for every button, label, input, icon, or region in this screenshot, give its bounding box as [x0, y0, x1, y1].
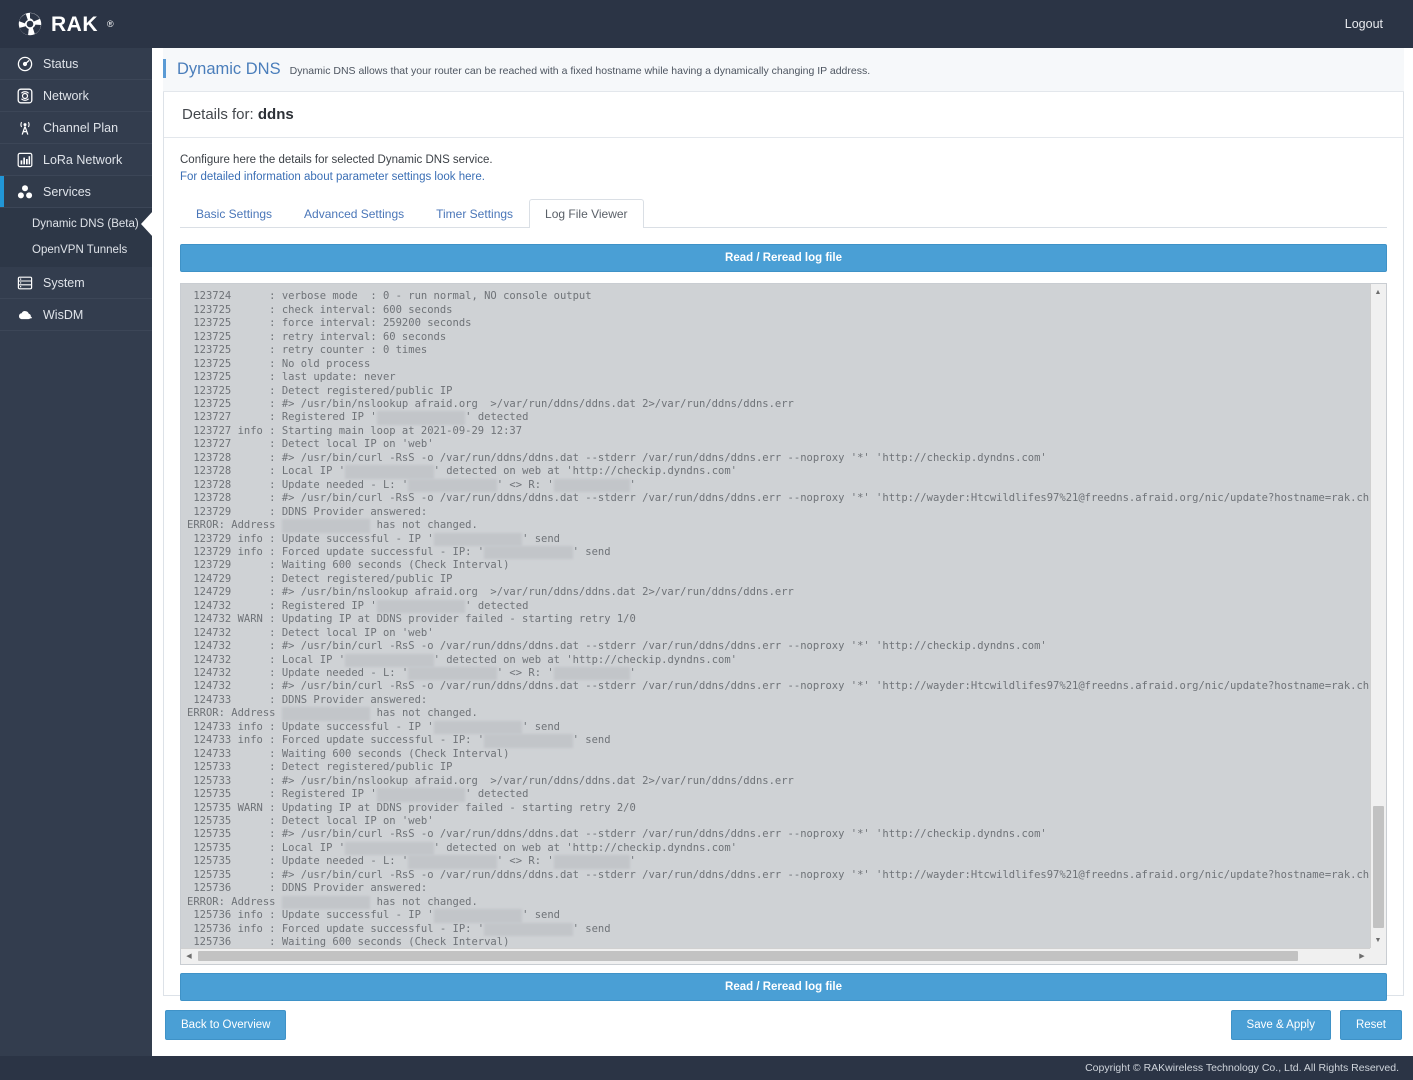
sidebar: Status Network Channel Plan LoRa Network…: [0, 48, 152, 1056]
settings-tabs: Basic Settings Advanced Settings Timer S…: [180, 198, 1387, 229]
log-horizontal-scrollbar[interactable]: [181, 948, 1370, 965]
card-body: Configure here the details for selected …: [164, 138, 1403, 1002]
redacted-ip: 00000000000000: [345, 653, 434, 668]
brand-name: RAK: [51, 12, 98, 36]
details-value: ddns: [257, 106, 294, 123]
scroll-up-icon[interactable]: ▲: [1370, 284, 1386, 300]
sidebar-item-network[interactable]: Network: [0, 80, 152, 112]
tab-log-file-viewer[interactable]: Log File Viewer: [529, 199, 644, 229]
scroll-right-icon[interactable]: ▶: [1354, 948, 1370, 964]
footer: Copyright © RAKwireless Technology Co., …: [0, 1056, 1413, 1080]
redacted-ip: 000000000000: [553, 478, 630, 493]
redacted-ip: 00000000000000: [345, 841, 434, 856]
redacted-ip: 00000000000000: [408, 855, 497, 869]
scroll-left-icon[interactable]: ◀: [181, 948, 197, 964]
scroll-down-icon[interactable]: ▼: [1370, 932, 1386, 948]
redacted-ip: 00000000000000: [376, 788, 466, 802]
scrollbar-corner: [1370, 948, 1386, 965]
page-header: Dynamic DNS Dynamic DNS allows that your…: [163, 48, 1404, 92]
page-title: Dynamic DNS: [177, 60, 281, 78]
sidebar-item-wisdm[interactable]: WisDM: [0, 299, 152, 331]
sidebar-item-openvpn-tunnels[interactable]: OpenVPN Tunnels: [0, 237, 152, 263]
body-wrapper: Status Network Channel Plan LoRa Network…: [0, 48, 1413, 1056]
redacted-ip: 00000000000000: [281, 895, 371, 910]
redacted-ip: 00000000000000: [281, 707, 371, 721]
tab-advanced-settings[interactable]: Advanced Settings: [288, 199, 420, 228]
sidebar-item-lora-network[interactable]: LoRa Network: [0, 144, 152, 176]
log-scroll-area[interactable]: 123724 : verbose mode : 0 - run normal, …: [181, 284, 1370, 948]
redacted-ip: 00000000000000: [484, 734, 573, 748]
main-content: Dynamic DNS Dynamic DNS allows that your…: [152, 48, 1413, 1056]
server-icon: [17, 276, 33, 289]
top-bar: RAK ® Logout: [0, 0, 1413, 48]
redacted-ip: 00000000000000: [345, 465, 434, 479]
app-root: RAK ® Logout Status Network Channel Plan…: [0, 0, 1413, 1080]
redacted-ip: 00000000000000: [376, 599, 466, 614]
redacted-ip: 00000000000000: [408, 667, 497, 681]
sidebar-item-label: Network: [43, 88, 89, 103]
sidebar-item-label: WisDM: [43, 307, 84, 322]
sidebar-subitem-label: OpenVPN Tunnels: [32, 244, 128, 256]
sidebar-item-label: LoRa Network: [43, 152, 123, 167]
log-content: 123724 : verbose mode : 0 - run normal, …: [187, 290, 1370, 949]
sidebar-item-system[interactable]: System: [0, 267, 152, 299]
redacted-ip: 000000000000: [553, 667, 630, 681]
redacted-ip: 000000000000: [553, 855, 630, 869]
redacted-ip: 00000000000000: [484, 545, 573, 560]
redacted-ip: 00000000000000: [484, 922, 573, 937]
tab-basic-settings[interactable]: Basic Settings: [180, 199, 288, 228]
log-vertical-scrollbar[interactable]: [1370, 284, 1386, 949]
intro-line-1: Configure here the details for selected …: [180, 154, 493, 166]
logout-button[interactable]: Logout: [1337, 13, 1391, 35]
redacted-ip: 00000000000000: [433, 909, 523, 923]
sidebar-item-label: Services: [43, 184, 91, 199]
rak-swirl-logo-icon: [18, 12, 42, 36]
action-bar: Back to Overview Save & Apply Reset: [163, 996, 1404, 1056]
network-icon: [17, 88, 33, 103]
details-heading: Details for: ddns: [164, 92, 1403, 138]
details-card: Details for: ddns Configure here the det…: [163, 92, 1404, 1002]
cubes-icon: [17, 184, 33, 198]
sidebar-item-dynamic-dns[interactable]: Dynamic DNS (Beta): [0, 211, 152, 237]
parameter-settings-link[interactable]: For detailed information about parameter…: [180, 171, 485, 183]
sidebar-submenu-services: Dynamic DNS (Beta) OpenVPN Tunnels: [0, 208, 152, 267]
log-horizontal-scroll-thumb[interactable]: [198, 951, 1298, 962]
brand-logo: RAK ®: [18, 12, 114, 36]
reset-button[interactable]: Reset: [1339, 1010, 1402, 1040]
sidebar-item-label: System: [43, 275, 85, 290]
sidebar-subitem-label: Dynamic DNS (Beta): [32, 218, 139, 230]
sidebar-item-label: Channel Plan: [43, 120, 119, 135]
back-to-overview-button[interactable]: Back to Overview: [165, 1010, 287, 1040]
sidebar-item-label: Status: [43, 56, 79, 71]
sidebar-item-services[interactable]: Services: [0, 176, 152, 208]
brand-registered-mark: ®: [107, 19, 114, 29]
save-apply-button[interactable]: Save & Apply: [1230, 1010, 1331, 1040]
gauge-icon: [17, 56, 33, 71]
redacted-ip: 00000000000000: [433, 720, 523, 735]
details-prefix: Details for:: [182, 106, 254, 123]
redacted-ip: 00000000000000: [281, 519, 371, 533]
bars-icon: [17, 152, 33, 167]
redacted-ip: 00000000000000: [433, 532, 523, 546]
sidebar-item-status[interactable]: Status: [0, 48, 152, 80]
log-file-viewer[interactable]: 123724 : verbose mode : 0 - run normal, …: [180, 283, 1387, 966]
sidebar-item-channel-plan[interactable]: Channel Plan: [0, 112, 152, 144]
cloud-icon: [18, 310, 32, 319]
redacted-ip: 00000000000000: [408, 478, 497, 493]
intro-text: Configure here the details for selected …: [180, 152, 1387, 185]
log-vertical-scroll-thumb[interactable]: [1373, 806, 1384, 929]
redacted-ip: 00000000000000: [376, 411, 466, 425]
read-log-button-top[interactable]: Read / Reread log file: [180, 244, 1387, 273]
tab-timer-settings[interactable]: Timer Settings: [420, 199, 529, 228]
page-description: Dynamic DNS allows that your router can …: [289, 65, 871, 77]
antenna-icon: [20, 121, 30, 135]
copyright-text: Copyright © RAKwireless Technology Co., …: [1085, 1062, 1399, 1074]
